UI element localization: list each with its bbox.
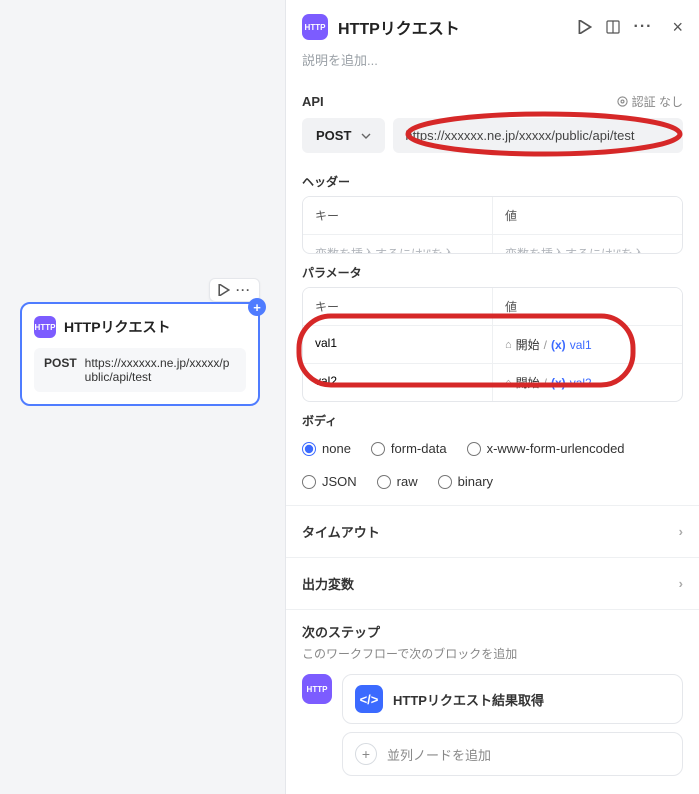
chevron-down-icon xyxy=(361,131,371,141)
next-step-title: 次のステップ xyxy=(302,622,683,641)
output-vars-section[interactable]: 出力変数 › xyxy=(286,557,699,609)
http-icon: HTTP xyxy=(302,674,332,704)
header-value-input[interactable]: 変数を挿入するには'/'を入... xyxy=(493,235,682,254)
radio-binary[interactable]: binary xyxy=(438,474,493,489)
chevron-right-icon: › xyxy=(679,576,683,591)
radio-raw[interactable]: raw xyxy=(377,474,418,489)
param-value-input[interactable]: ⌂ 開始 / (x) val1 xyxy=(493,326,682,364)
radio-urlencoded[interactable]: x-www-form-urlencoded xyxy=(467,441,625,456)
more-icon[interactable]: ··· xyxy=(634,18,653,36)
node-url: https://xxxxxx.ne.jp/xxxxx/public/api/te… xyxy=(85,356,236,384)
config-panel: HTTP HTTPリクエスト ··· × 説明を追加... API 認証 なし … xyxy=(285,0,699,794)
node-method: POST xyxy=(44,356,77,384)
params-label: パラメータ xyxy=(286,254,699,287)
node-title: HTTPリクエスト xyxy=(64,317,171,337)
home-icon: ⌂ xyxy=(505,339,512,351)
plus-icon: + xyxy=(355,743,377,765)
col-value: 値 xyxy=(493,288,682,326)
book-icon[interactable] xyxy=(606,20,620,34)
play-icon[interactable] xyxy=(578,20,592,34)
params-table: キー 値 val1 ⌂ 開始 / (x) val1 val2 ⌂ 開始 / xyxy=(302,287,683,402)
radio-json[interactable]: JSON xyxy=(302,474,357,489)
more-icon[interactable]: ··· xyxy=(236,283,251,297)
body-label: ボディ xyxy=(286,402,699,435)
headers-label: ヘッダー xyxy=(286,163,699,196)
description-input[interactable]: 説明を追加... xyxy=(286,46,699,83)
col-key: キー xyxy=(303,288,493,326)
param-key-input[interactable]: val1 xyxy=(303,326,493,364)
http-request-node[interactable]: + HTTP HTTPリクエスト POST https://xxxxxx.ne.… xyxy=(20,302,260,406)
headers-table: キー 値 変数を挿入するには'/'を入... 変数を挿入するには'/'を入... xyxy=(302,196,683,254)
http-icon: HTTP xyxy=(302,14,328,40)
workflow-canvas[interactable]: ··· + HTTP HTTPリクエスト POST https://xxxxxx… xyxy=(0,0,285,794)
play-icon[interactable] xyxy=(218,283,230,297)
col-value: 値 xyxy=(493,197,682,235)
close-icon[interactable]: × xyxy=(672,17,683,38)
next-block-http-result[interactable]: </> HTTPリクエスト結果取得 xyxy=(342,674,683,724)
http-icon: HTTP xyxy=(34,316,56,338)
code-icon: </> xyxy=(355,685,383,713)
radio-form-data[interactable]: form-data xyxy=(371,441,447,456)
header-key-input[interactable]: 変数を挿入するには'/'を入... xyxy=(303,235,493,254)
panel-title: HTTPリクエスト xyxy=(338,15,568,39)
col-key: キー xyxy=(303,197,493,235)
radio-none[interactable]: none xyxy=(302,441,351,456)
param-value-input[interactable]: ⌂ 開始 / (x) val2 xyxy=(493,364,682,401)
home-icon: ⌂ xyxy=(505,377,512,389)
method-select[interactable]: POST xyxy=(302,118,385,153)
url-input[interactable] xyxy=(393,118,683,153)
chevron-right-icon: › xyxy=(679,524,683,539)
node-summary: POST https://xxxxxx.ne.jp/xxxxx/public/a… xyxy=(34,348,246,392)
next-step-subtitle: このワークフローで次のブロックを追加 xyxy=(302,645,683,662)
param-key-input[interactable]: val2 xyxy=(303,364,493,401)
body-type-radios: none form-data x-www-form-urlencoded JSO… xyxy=(302,435,683,495)
timeout-section[interactable]: タイムアウト › xyxy=(286,505,699,557)
add-connection-button[interactable]: + xyxy=(248,298,266,316)
api-label: API xyxy=(302,94,324,109)
add-parallel-node-button[interactable]: + 並列ノードを追加 xyxy=(342,732,683,776)
auth-button[interactable]: 認証 なし xyxy=(617,93,683,110)
